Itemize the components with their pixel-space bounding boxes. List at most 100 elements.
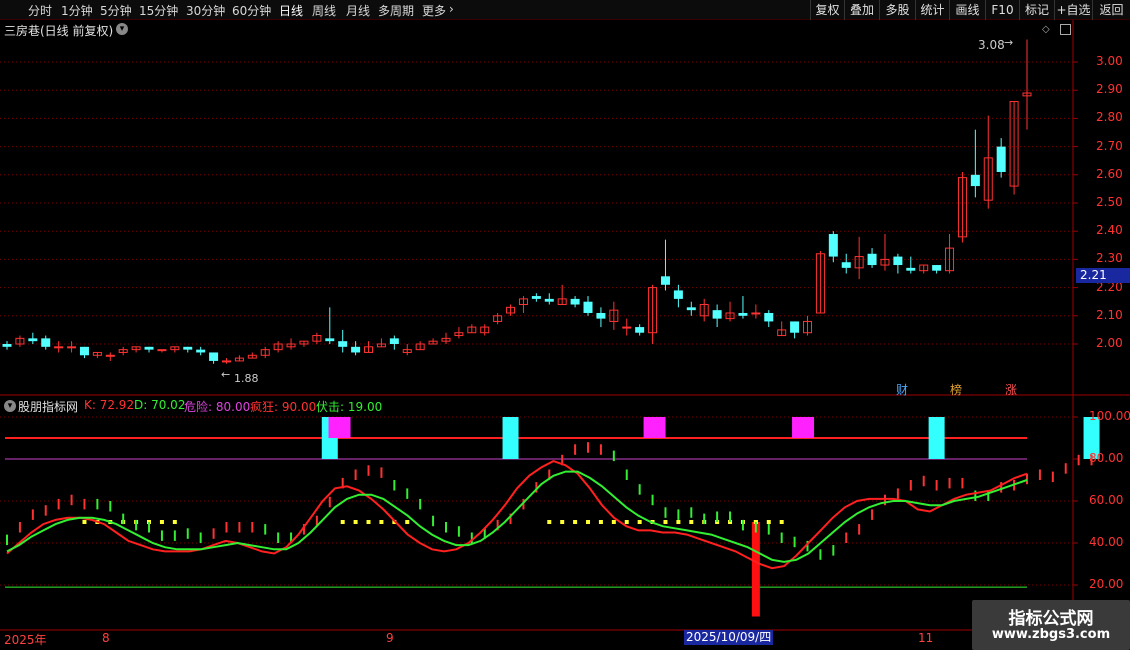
candle-body xyxy=(764,312,774,322)
diamond-icon[interactable]: ◇ xyxy=(1042,24,1050,35)
price-tick-label: 2.10 xyxy=(1096,307,1123,322)
ambush-dot xyxy=(159,520,164,524)
price-tick-label: 2.90 xyxy=(1096,82,1123,97)
period-tab-2[interactable]: 5分钟 xyxy=(100,2,132,19)
toolbar-button-2[interactable]: 多股 xyxy=(879,0,915,20)
watermark-logo: 指标公式网 www.zbgs3.com xyxy=(972,600,1130,650)
ambush-dot xyxy=(624,520,629,524)
price-tick-label: 2.00 xyxy=(1096,336,1123,350)
candle-body xyxy=(157,349,167,352)
candle-body xyxy=(144,346,154,350)
toolbar-button-6[interactable]: 标记 xyxy=(1019,0,1054,20)
toolbar-button-8[interactable]: 返回 xyxy=(1092,0,1130,20)
ambush-dot xyxy=(766,520,771,524)
price-tick-label: 2.70 xyxy=(1096,138,1123,153)
dropdown-chevron-icon[interactable]: ▾ xyxy=(116,23,128,35)
candle-body xyxy=(67,346,77,349)
candle-body xyxy=(932,265,942,271)
price-tick-label: 2.50 xyxy=(1096,195,1123,209)
toolbar-button-1[interactable]: 叠加 xyxy=(844,0,879,20)
candle-body xyxy=(893,256,903,266)
candle-body xyxy=(906,267,916,271)
period-tab-6[interactable]: 日线 xyxy=(279,2,303,19)
time-cursor-label: 2025/10/09/四 xyxy=(684,630,774,645)
price-tick-label: 2.40 xyxy=(1096,223,1123,238)
price-tick-label: 3.00 xyxy=(1096,54,1123,68)
candle-body xyxy=(867,253,877,266)
time-label-sep: 9 xyxy=(386,631,394,645)
candle-body xyxy=(686,307,696,311)
price-tick-label: 2.80 xyxy=(1096,110,1123,125)
candlestick-series xyxy=(2,39,1032,364)
ambush-dot xyxy=(779,520,784,524)
period-tab-0[interactable]: 分时 xyxy=(28,2,52,19)
ambush-dot xyxy=(676,520,681,524)
toolbar-button-3[interactable]: 统计 xyxy=(915,0,949,20)
period-tab-9[interactable]: 多周期 xyxy=(378,2,414,19)
k-line xyxy=(6,460,1028,570)
ambush-dot xyxy=(637,520,642,524)
period-tab-1[interactable]: 1分钟 xyxy=(61,2,93,19)
chart-canvas xyxy=(0,20,1130,631)
signal-bar-cyan xyxy=(502,417,519,459)
period-tab-5[interactable]: 60分钟 xyxy=(232,2,271,19)
period-tab-3[interactable]: 15分钟 xyxy=(139,2,178,19)
candle-body xyxy=(660,276,670,285)
event-marker-finance[interactable]: 财 xyxy=(896,381,908,398)
signal-bar-magenta xyxy=(792,417,815,438)
period-tab-8[interactable]: 月线 xyxy=(346,2,370,19)
toolbar-button-5[interactable]: F10 xyxy=(985,0,1019,20)
panel-toggle-icon[interactable] xyxy=(1060,24,1071,35)
candle-body xyxy=(325,338,335,342)
candle-body xyxy=(389,338,399,344)
indicator-chevron-icon[interactable]: ▾ xyxy=(4,400,16,412)
crazy-value-label: 疯狂: 90.00 xyxy=(250,400,317,414)
ambush-dot xyxy=(663,520,668,524)
current-price-badge: 2.21 xyxy=(1076,268,1130,283)
period-tab-7[interactable]: 周线 xyxy=(312,2,336,19)
event-marker-limit-up[interactable]: 涨 xyxy=(1005,381,1017,398)
candle-body xyxy=(596,312,606,319)
signal-bar-cyan xyxy=(928,417,945,459)
period-tab-10[interactable]: 更多 xyxy=(422,2,446,19)
toolbar-button-0[interactable]: 复权 xyxy=(810,0,844,20)
ambush-dot xyxy=(340,520,345,524)
ambush-dot xyxy=(560,520,565,524)
period-toolbar: 分时 1分钟 5分钟 15分钟 30分钟 60分钟 日线 周线 月线 多周期 更多 › 复权 叠加 多股 统计… xyxy=(0,0,1130,20)
ambush-dot xyxy=(586,520,591,524)
candle-body xyxy=(2,344,12,347)
candle-body xyxy=(583,301,593,313)
more-chevron-icon[interactable]: › xyxy=(449,2,454,16)
candle-body xyxy=(996,146,1006,172)
candle-body xyxy=(544,298,554,302)
candle-body xyxy=(183,346,193,350)
candle-body xyxy=(712,310,722,319)
ambush-value-label: 伏击: 19.00 xyxy=(316,400,383,414)
price-tick-label: 2.30 xyxy=(1096,251,1123,266)
signal-bar-magenta xyxy=(328,417,351,438)
d-line xyxy=(6,470,1028,563)
ind-tick-label: 60.00 xyxy=(1089,493,1124,507)
candle-body xyxy=(828,234,838,257)
candle-body xyxy=(531,296,541,299)
indicator-name[interactable]: 股朋指标网 xyxy=(18,398,78,415)
ambush-dot xyxy=(573,520,578,524)
candle-body xyxy=(221,360,231,363)
ambush-dot xyxy=(379,520,384,524)
ambush-dot xyxy=(405,520,410,524)
price-gridlines xyxy=(0,20,1130,631)
ambush-dot xyxy=(547,520,552,524)
candle-body xyxy=(54,346,64,349)
candle-body xyxy=(570,298,580,305)
period-tab-4[interactable]: 30分钟 xyxy=(186,2,225,19)
candle-body xyxy=(673,290,683,299)
ambush-dot xyxy=(82,520,87,524)
candle-body xyxy=(41,338,51,347)
event-marker-rank[interactable]: 榜 xyxy=(950,381,962,398)
stock-title[interactable]: 三房巷(日线 前复权) xyxy=(4,22,113,39)
price-tick-label: 2.60 xyxy=(1096,166,1123,181)
toolbar-button-4[interactable]: 画线 xyxy=(949,0,985,20)
buy-signal-bar xyxy=(751,522,760,617)
toolbar-button-7[interactable]: +自选 xyxy=(1054,0,1092,20)
candle-body xyxy=(622,326,632,329)
